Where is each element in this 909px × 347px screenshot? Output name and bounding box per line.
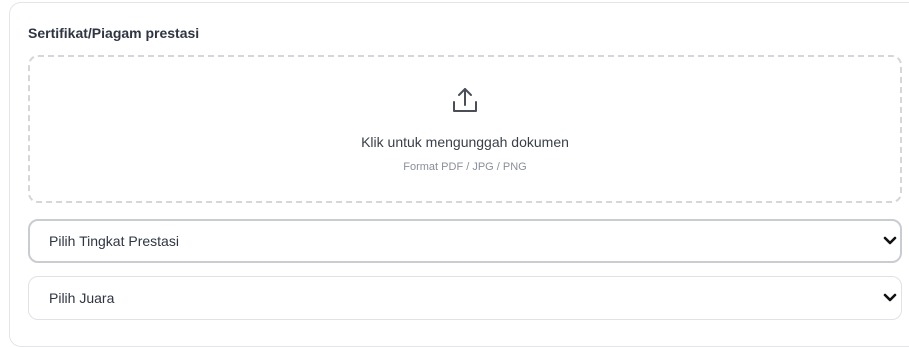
achievement-level-select[interactable]: Pilih Tingkat Prestasi — [28, 219, 902, 263]
achievement-level-select-value: Pilih Tingkat Prestasi — [49, 233, 179, 249]
chevron-down-icon — [883, 236, 897, 245]
certificate-field-label: Sertifikat/Piagam prestasi — [28, 25, 200, 41]
chevron-down-icon — [883, 293, 897, 302]
rank-select-value: Pilih Juara — [49, 290, 115, 306]
rank-select[interactable]: Pilih Juara — [28, 276, 902, 320]
upload-format-hint: Format PDF / JPG / PNG — [403, 161, 527, 173]
certificate-upload-dropzone[interactable]: Klik untuk mengunggah dokumen Format PDF… — [28, 55, 902, 203]
upload-title: Klik untuk mengunggah dokumen — [361, 134, 569, 150]
upload-icon — [453, 88, 477, 112]
